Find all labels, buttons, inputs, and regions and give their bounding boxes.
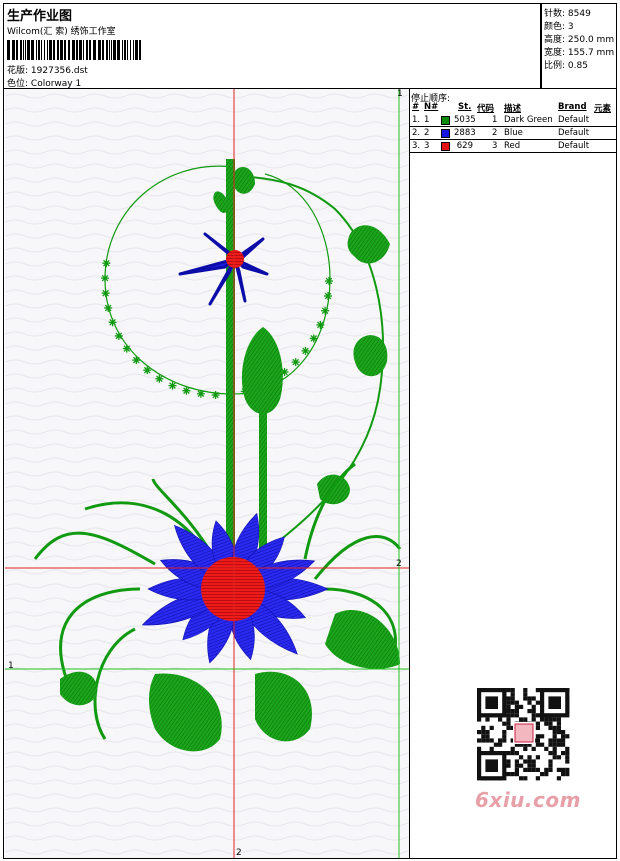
row-code: 2 [492, 128, 498, 138]
design-stats: 针数: 8549 颜色: 3 高度: 250.0 mm 宽度: 155.7 mm… [541, 4, 616, 88]
row-n: 3 [424, 141, 430, 151]
row-n: 1 [424, 115, 430, 125]
panel-divider [409, 89, 410, 859]
row-stitches: 5035 [454, 115, 476, 125]
qr-code-image [477, 688, 570, 781]
design-label: 花版: [7, 66, 29, 76]
col-element: 元素 [594, 104, 612, 114]
table-row: 1. 1 5035 1 Dark Green Default [410, 114, 616, 127]
guide-label-left-green: 1 [8, 661, 14, 671]
col-description: 描述 [504, 104, 522, 114]
guide-label-top-green: 1 [397, 89, 403, 99]
row-description: Dark Green [504, 115, 553, 125]
stat-scale: 比例: 0.85 [544, 61, 588, 71]
table-row: 3. 3 629 3 Red Default [410, 140, 616, 153]
table-header: # N# St. 代码 描述 Brand 元素 [410, 101, 616, 114]
col-brand: Brand [558, 102, 587, 112]
row-brand: Default [558, 141, 590, 151]
row-stitches: 2883 [454, 128, 476, 138]
col-n: N# [424, 102, 439, 112]
col-index: # [412, 102, 420, 112]
row-index: 2. [412, 128, 421, 138]
color-swatch [441, 129, 450, 138]
watermark: 6xiu.com [475, 788, 581, 812]
worksheet-title: 生产作业图 [7, 9, 73, 24]
color-swatch [441, 142, 450, 151]
table-row: 2. 2 2883 2 Blue Default [410, 127, 616, 140]
barcode [7, 40, 143, 60]
guide-label-bottom: 2 [236, 848, 242, 858]
guide-label-right-red: 2 [396, 559, 402, 569]
color-swatch [441, 116, 450, 125]
col-stitches: St. [458, 102, 472, 112]
row-description: Red [504, 141, 521, 151]
stats-divider [541, 4, 542, 88]
company-name: Wilcom(汇 索) 绣饰工作室 [7, 27, 116, 37]
row-index: 3. [412, 141, 421, 151]
stat-height: 高度: 250.0 mm [544, 35, 615, 45]
design-file-row: 花版: 1927356.dst [7, 63, 88, 76]
embroidery-preview [5, 89, 409, 858]
row-description: Blue [504, 128, 523, 138]
row-code: 1 [492, 115, 498, 125]
row-brand: Default [558, 115, 590, 125]
row-n: 2 [424, 128, 430, 138]
stat-width: 宽度: 155.7 mm [544, 48, 615, 58]
stat-stitches: 针数: 8549 [544, 9, 591, 19]
stat-colors: 颜色: 3 [544, 22, 574, 32]
header-info: 生产作业图 Wilcom(汇 索) 绣饰工作室 花版: 1927356.dst … [4, 4, 541, 89]
qr-code [471, 682, 579, 784]
row-code: 3 [492, 141, 498, 151]
stop-sequence-table: # N# St. 代码 描述 Brand 元素 1. 1 5035 1 Dark Gre… [410, 101, 616, 153]
embroidery-artwork [5, 89, 409, 858]
col-code: 代码 [477, 104, 495, 114]
flower-center [201, 557, 265, 621]
row-stitches: 629 [456, 141, 473, 151]
row-index: 1. [412, 115, 421, 125]
design-file: 1927356.dst [30, 66, 88, 76]
row-brand: Default [558, 128, 590, 138]
